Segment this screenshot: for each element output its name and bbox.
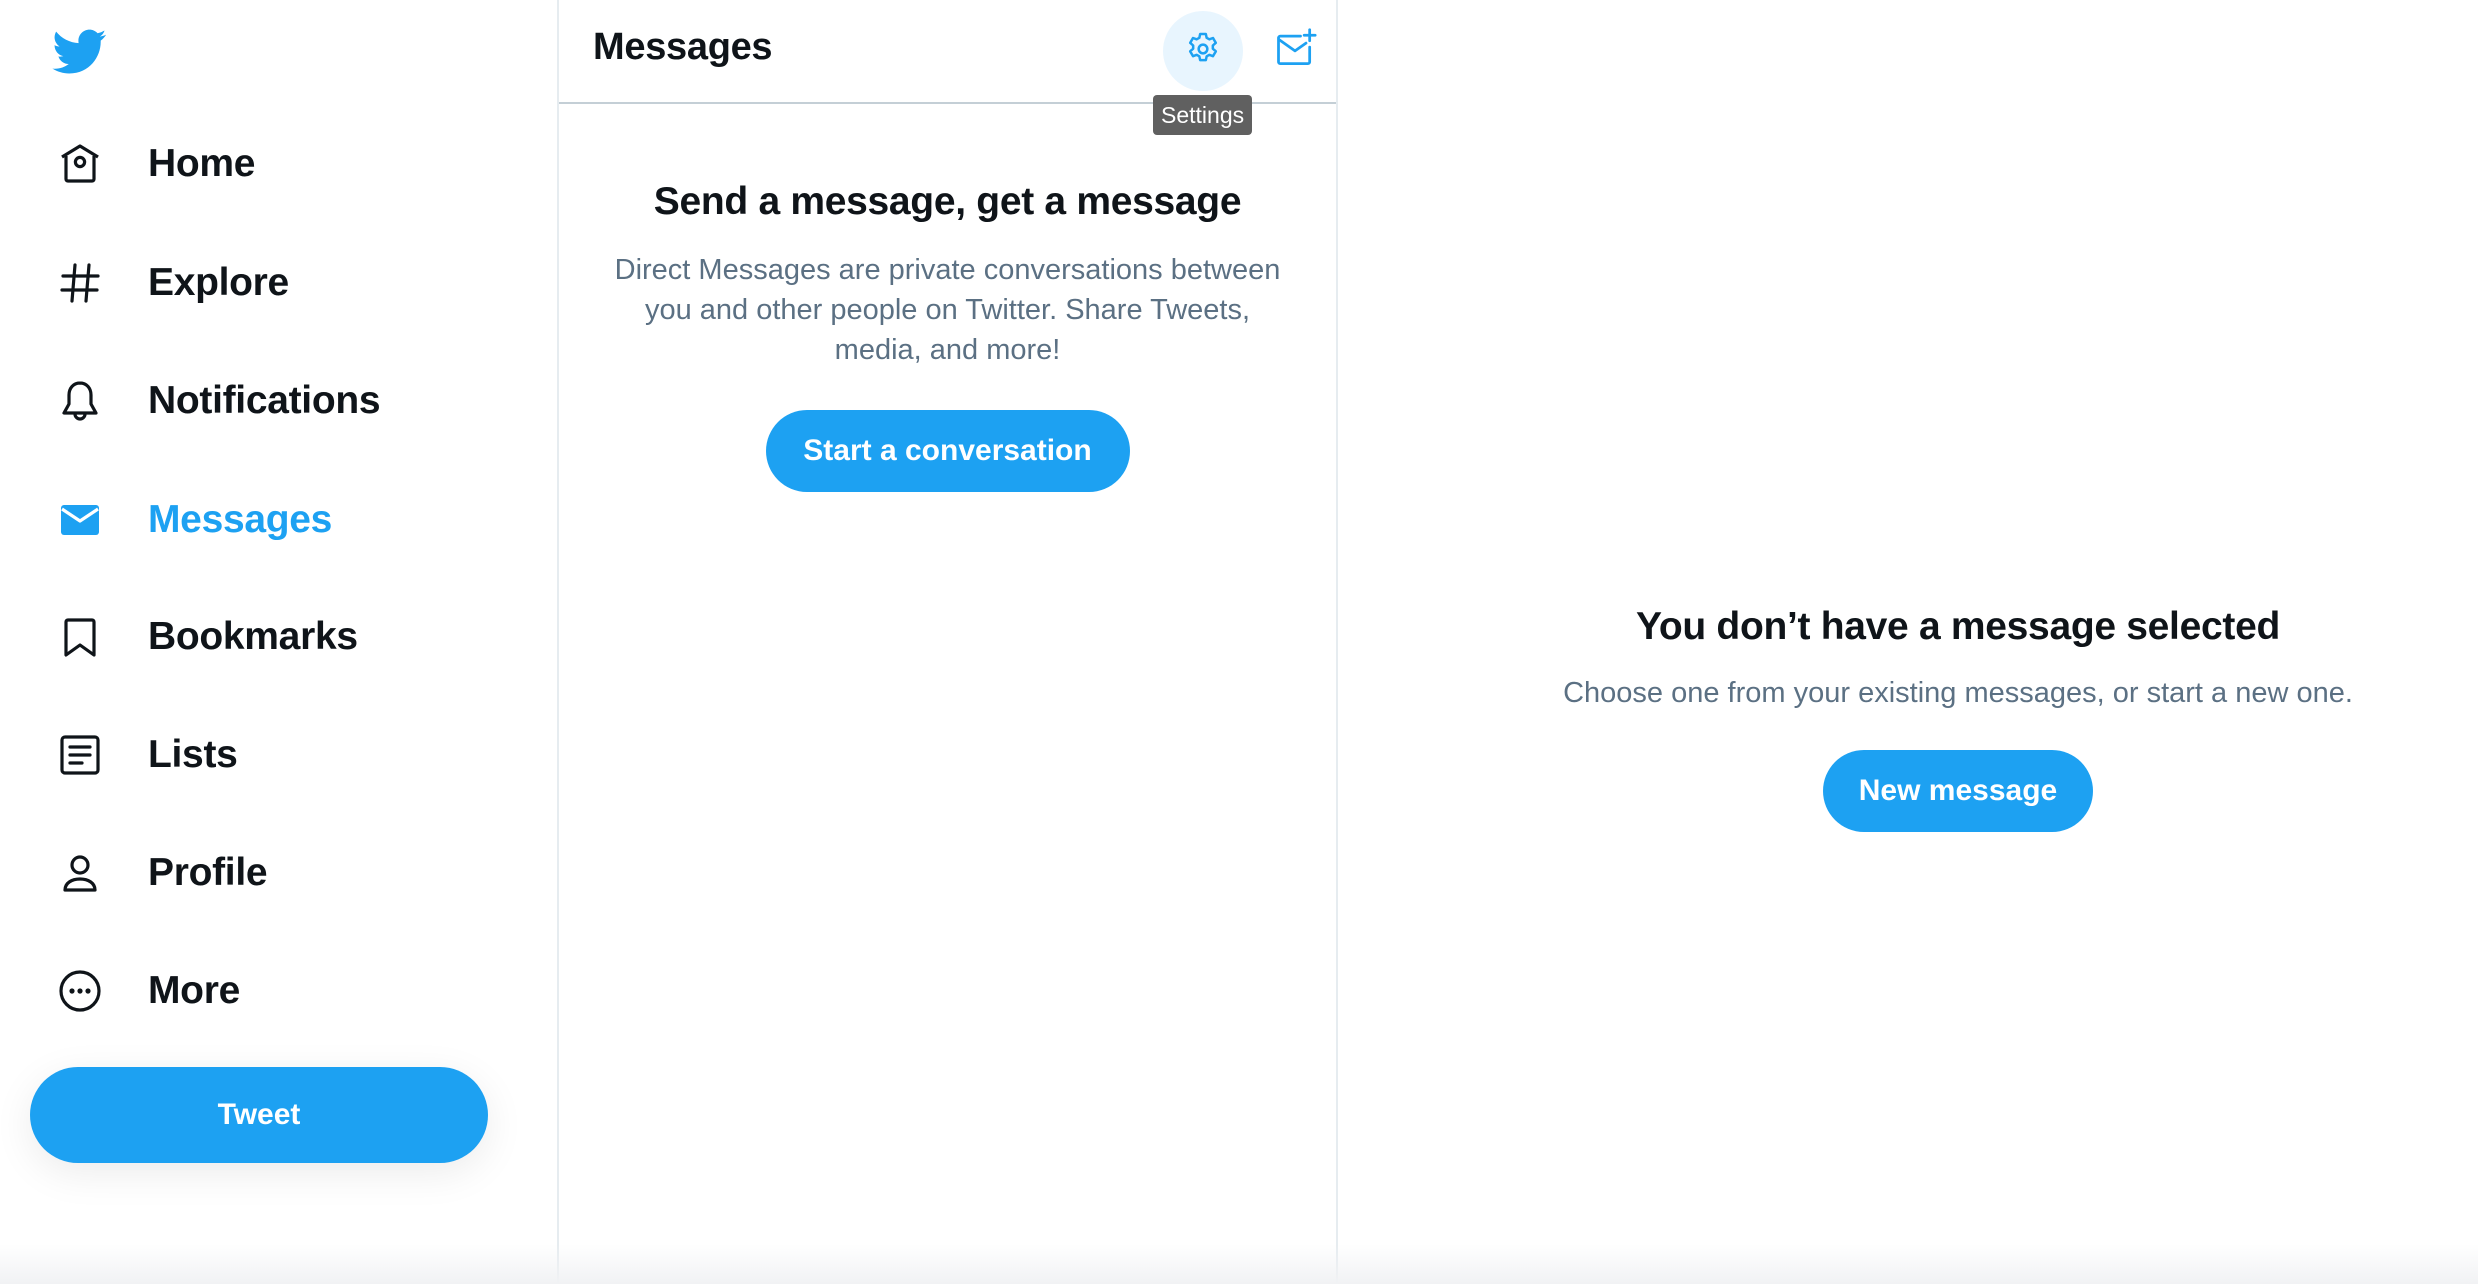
sidebar-item-messages[interactable]: Messages xyxy=(40,480,332,560)
sidebar-item-label: Bookmarks xyxy=(148,615,358,658)
tweet-button[interactable]: Tweet xyxy=(30,1067,488,1163)
sidebar-nav: Home Explore Notifications Messages Book… xyxy=(0,0,557,1284)
sidebar-item-label: More xyxy=(148,969,240,1012)
envelope-icon xyxy=(48,488,112,552)
start-conversation-button[interactable]: Start a conversation xyxy=(765,410,1130,492)
sidebar-item-label: Notifications xyxy=(148,379,381,422)
sidebar-item-more[interactable]: More xyxy=(40,951,240,1031)
settings-tooltip: Settings xyxy=(1153,95,1253,135)
bell-icon xyxy=(48,369,112,433)
page-title: Messages xyxy=(593,26,773,68)
sidebar-item-profile[interactable]: Profile xyxy=(40,833,268,913)
messages-empty-state: Send a message, get a message Direct Mes… xyxy=(559,180,1336,492)
no-selection-heading: You don’t have a message selected xyxy=(1636,605,2280,648)
twitter-logo-icon[interactable] xyxy=(48,24,112,78)
sidebar-item-lists[interactable]: Lists xyxy=(40,715,238,795)
bookmark-icon xyxy=(48,605,112,669)
more-circle-icon xyxy=(48,959,112,1023)
sidebar-item-home[interactable]: Home xyxy=(40,124,255,204)
sidebar-item-bookmarks[interactable]: Bookmarks xyxy=(40,597,358,677)
hashtag-icon xyxy=(48,251,112,315)
new-message-button[interactable] xyxy=(1255,11,1335,91)
empty-state-text: Direct Messages are private conversation… xyxy=(614,254,1281,366)
sidebar-item-label: Home xyxy=(148,142,256,185)
sidebar-item-notifications[interactable]: Notifications xyxy=(40,361,381,441)
sidebar-item-label: Messages xyxy=(148,498,333,541)
sidebar-item-label: Lists xyxy=(148,733,238,776)
messages-panel: Messages Settings Send a message, get a … xyxy=(557,0,1338,1284)
list-icon xyxy=(48,723,112,787)
sidebar-item-label: Profile xyxy=(148,851,268,894)
person-icon xyxy=(48,841,112,905)
empty-state-heading: Send a message, get a message xyxy=(653,180,1242,223)
new-message-cta-button[interactable]: New message xyxy=(1823,750,2093,832)
messages-header: Messages Settings xyxy=(559,0,1336,135)
gear-icon xyxy=(1183,29,1223,74)
no-selection-state: You don’t have a message selected Choose… xyxy=(1336,605,2478,832)
new-message-icon xyxy=(1273,27,1317,76)
settings-button[interactable] xyxy=(1163,11,1243,91)
no-selection-text: Choose one from your existing messages, … xyxy=(1563,677,2353,709)
sidebar-item-explore[interactable]: Explore xyxy=(40,243,289,323)
home-icon xyxy=(48,132,112,196)
sidebar-item-label: Explore xyxy=(148,261,289,304)
conversation-panel: You don’t have a message selected Choose… xyxy=(1336,0,2478,1284)
